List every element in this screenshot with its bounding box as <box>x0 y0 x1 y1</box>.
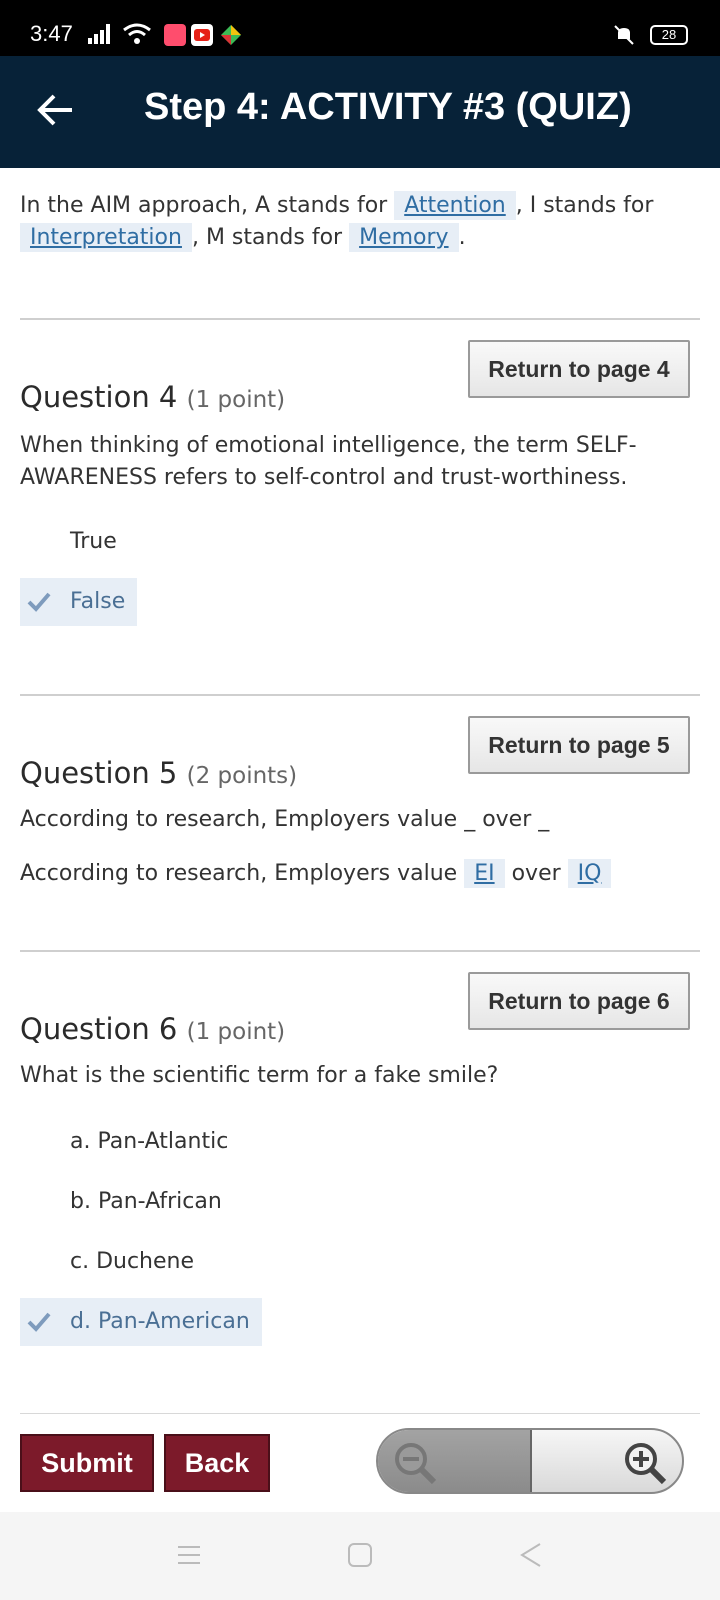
option-label: False <box>70 589 126 614</box>
divider <box>20 694 700 696</box>
zoom-out-icon <box>395 1443 437 1485</box>
answer-line-text: over <box>504 861 568 886</box>
question-4-text: When thinking of emotional intelligence,… <box>20 433 637 490</box>
music-app-icon <box>164 24 186 46</box>
option-false[interactable]: False <box>20 578 138 626</box>
divider <box>20 1413 700 1414</box>
answer-memory[interactable]: Memory <box>349 223 459 252</box>
option-a[interactable]: a. Pan-Atlantic <box>20 1118 228 1166</box>
return-to-page-5-button[interactable]: Return to page 5 <box>468 716 690 774</box>
checkmark-icon <box>27 592 51 612</box>
answer-line-text: According to research, Employers value <box>20 861 465 886</box>
back-triangle-icon[interactable] <box>516 1540 546 1570</box>
app-bar: Step 4: ACTIVITY #3 (QUIZ) <box>0 56 720 168</box>
option-label: d. Pan-American <box>70 1309 250 1334</box>
battery-icon: 28 <box>650 25 688 45</box>
back-arrow-icon[interactable] <box>36 90 76 130</box>
menu-icon[interactable] <box>174 1540 204 1570</box>
zoom-in-icon <box>625 1443 667 1485</box>
games-app-icon <box>221 25 241 45</box>
divider <box>20 950 700 952</box>
option-b[interactable]: b. Pan-African <box>20 1178 222 1226</box>
option-label: True <box>70 529 117 554</box>
checkmark-icon <box>27 1312 51 1332</box>
intro-text: . <box>458 225 466 250</box>
back-button[interactable]: Back <box>164 1434 270 1492</box>
option-d[interactable]: d. Pan-American <box>20 1298 262 1346</box>
option-true[interactable]: True <box>20 518 117 566</box>
question-points: (1 point) <box>186 387 286 413</box>
answer-interpretation[interactable]: Interpretation <box>20 223 192 252</box>
question-6-text: What is the scientific term for a fake s… <box>20 1063 499 1088</box>
return-to-page-4-button[interactable]: Return to page 4 <box>468 340 690 398</box>
answer-iq[interactable]: IQ <box>567 859 612 888</box>
page-title: Step 4: ACTIVITY #3 (QUIZ) <box>144 86 632 128</box>
question-number: Question 6 <box>20 1012 178 1046</box>
zoom-out-button[interactable] <box>378 1430 532 1492</box>
question-5-text: According to research, Employers value _… <box>20 807 550 832</box>
option-label: b. Pan-African <box>70 1189 222 1214</box>
intro-text: , M stands for <box>191 225 350 250</box>
question-number: Question 5 <box>20 756 178 790</box>
youtube-app-icon <box>191 24 213 46</box>
option-c[interactable]: c. Duchene <box>20 1238 194 1286</box>
question-number: Question 4 <box>20 380 178 414</box>
question-points: (2 points) <box>186 763 298 789</box>
battery-level: 28 <box>661 27 677 42</box>
home-icon[interactable] <box>345 1540 375 1570</box>
answer-attention[interactable]: Attention <box>394 191 516 220</box>
wifi-icon <box>123 23 151 44</box>
question-5-answer-line: According to research, Employers value E… <box>20 858 700 890</box>
option-label: c. Duchene <box>70 1249 195 1274</box>
question-5-title: Question 5 (2 points) <box>20 756 297 790</box>
aim-question: In the AIM approach, A stands for Attent… <box>20 190 710 254</box>
intro-text: , I stands for <box>515 193 654 218</box>
question-points: (1 point) <box>186 1019 286 1045</box>
intro-text: In the AIM approach, A stands for <box>20 193 395 218</box>
status-bar: 3:47 28 <box>0 0 720 56</box>
status-time: 3:47 <box>30 21 73 46</box>
return-to-page-6-button[interactable]: Return to page 6 <box>468 972 690 1030</box>
signal-icon <box>88 24 110 44</box>
system-nav-bar <box>0 1512 720 1600</box>
divider <box>20 318 700 320</box>
zoom-in-button[interactable] <box>534 1430 682 1492</box>
option-label: a. Pan-Atlantic <box>70 1129 229 1154</box>
question-6-title: Question 6 (1 point) <box>20 1012 285 1046</box>
question-4-title: Question 4 (1 point) <box>20 380 285 414</box>
vibrate-mute-icon <box>614 25 634 45</box>
answer-ei[interactable]: EI <box>464 859 505 888</box>
submit-button[interactable]: Submit <box>20 1434 154 1492</box>
zoom-control <box>376 1428 684 1494</box>
